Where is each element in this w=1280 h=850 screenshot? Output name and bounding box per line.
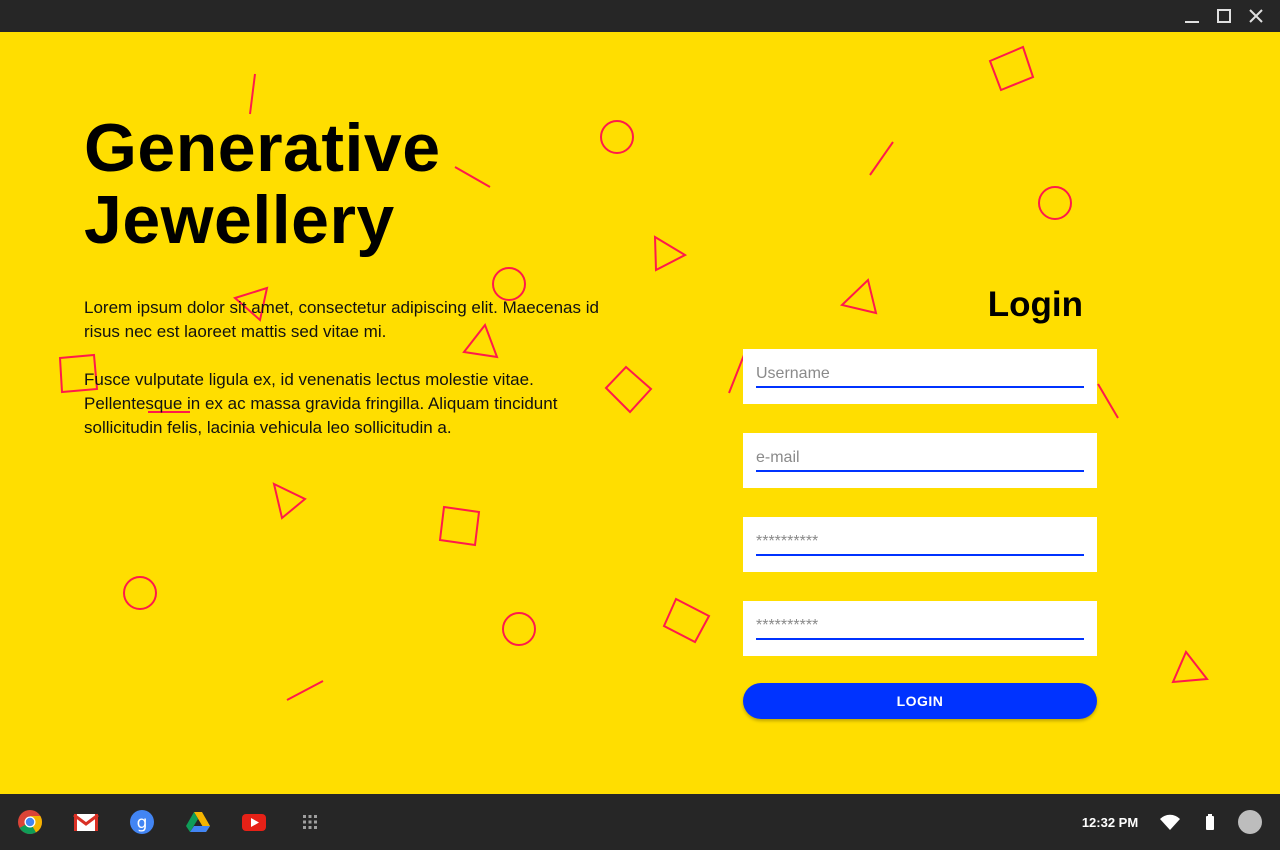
login-heading: Login: [987, 285, 1083, 324]
chrome-icon[interactable]: [16, 808, 44, 836]
username-input[interactable]: [756, 361, 1084, 388]
wifi-icon[interactable]: [1159, 811, 1181, 833]
intro-text: Lorem ipsum dolor sit amet, consectetur …: [84, 296, 604, 440]
app-window: Generative Jewellery Lorem ipsum dolor s…: [0, 32, 1280, 794]
intro-paragraph-1: Lorem ipsum dolor sit amet, consectetur …: [84, 298, 599, 341]
confirm-password-input[interactable]: [756, 613, 1084, 640]
google-search-icon[interactable]: g: [128, 808, 156, 836]
confirm-password-field: [743, 601, 1097, 656]
window-title-bar: [0, 0, 1280, 32]
gmail-icon[interactable]: [72, 808, 100, 836]
minimize-icon[interactable]: [1182, 6, 1202, 26]
page-title: Generative Jewellery: [84, 112, 604, 256]
login-button[interactable]: LOGIN: [743, 683, 1097, 719]
google-drive-icon[interactable]: [184, 808, 212, 836]
maximize-icon[interactable]: [1214, 6, 1234, 26]
svg-text:g: g: [137, 813, 148, 833]
intro-paragraph-2: Fusce vulputate ligula ex, id venenatis …: [84, 370, 558, 437]
username-field: [743, 349, 1097, 404]
password-field: [743, 517, 1097, 572]
youtube-icon[interactable]: [240, 808, 268, 836]
app-launcher-icon[interactable]: [296, 808, 324, 836]
password-input[interactable]: [756, 529, 1084, 556]
avatar[interactable]: [1238, 810, 1262, 834]
title-line-1: Generative: [84, 110, 441, 186]
email-input[interactable]: [756, 445, 1084, 472]
system-clock[interactable]: 12:32 PM: [1076, 815, 1144, 830]
title-line-2: Jewellery: [84, 182, 395, 258]
taskbar-shelf: g 12:32 PM: [0, 794, 1280, 850]
email-field: [743, 433, 1097, 488]
close-icon[interactable]: [1246, 6, 1266, 26]
battery-icon[interactable]: [1199, 811, 1221, 833]
